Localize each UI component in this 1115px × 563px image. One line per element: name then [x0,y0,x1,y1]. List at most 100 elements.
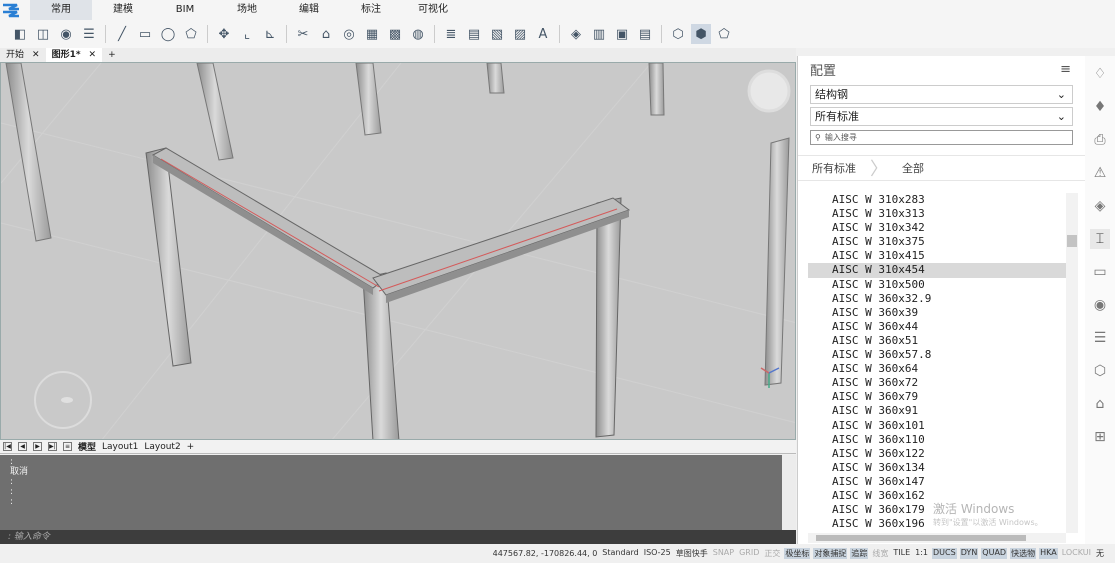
print-icon[interactable]: ⎙ [1090,130,1110,150]
grid-icon[interactable]: ▩ [385,24,405,44]
close-icon[interactable]: ✕ [89,48,97,62]
tab-model[interactable]: 模型 [78,440,96,453]
prev-layout-button[interactable]: ◀ [18,442,27,451]
corner-icon[interactable]: ⌞ [237,24,257,44]
list-item[interactable]: AISC W 310x454 [808,263,1066,278]
status-toggle[interactable]: 线宽 [871,548,889,559]
list-item[interactable]: AISC W 310x313 [808,207,1066,221]
ruler-icon[interactable]: ▭ [1090,262,1110,282]
status-toggle[interactable]: SNAP [712,548,735,559]
house-icon[interactable]: ⌂ [316,24,336,44]
list-item[interactable]: AISC W 360x32.9 [808,292,1066,306]
list-item[interactable]: AISC W 360x57.8 [808,348,1066,362]
scroll-thumb[interactable] [1067,235,1077,247]
category-select[interactable]: 结构钢 ⌄ [810,85,1073,104]
ribbon-tab[interactable]: 编辑 [278,0,340,20]
tab-layout2[interactable]: Layout2 [144,442,180,452]
ribbon-tab[interactable]: 常用 [30,0,92,20]
status-toggle[interactable]: 正交 [763,548,781,559]
layers-icon[interactable]: ☰ [79,24,99,44]
broadcast-icon[interactable]: ◉ [1090,295,1110,315]
command-scrollbar[interactable] [782,455,796,530]
command-input[interactable]: : 输入命令 [0,530,796,544]
list-item[interactable]: AISC W 360x91 [808,404,1066,418]
warning-icon[interactable]: ⚠ [1090,163,1110,183]
status-toggle[interactable]: HKA [1039,548,1058,559]
breadcrumb-all[interactable]: 全部 [888,160,938,176]
rectangle-icon[interactable]: ▭ [135,24,155,44]
last-layout-button[interactable]: ▶| [48,442,57,451]
ribbon-tab[interactable]: BIM [154,0,216,20]
3d-viewport[interactable] [0,62,796,440]
list-item[interactable]: AISC W 310x500 [808,278,1066,292]
list-item[interactable]: AISC W 360x72 [808,376,1066,390]
doc-tab[interactable]: 图形1* ✕ [45,48,103,62]
status-toggle[interactable]: LOCKUI [1061,548,1092,559]
view-cube-icon[interactable]: ⬡ [668,24,688,44]
first-layout-button[interactable]: |◀ [3,442,12,451]
ribbon-tab[interactable]: 建模 [92,0,154,20]
list-item[interactable]: AISC W 360x51 [808,334,1066,348]
add-tab-button[interactable]: + [102,48,122,62]
breadcrumb-standards[interactable]: 所有标准 [798,160,870,176]
box-icon[interactable]: ◧ [10,24,30,44]
list-item[interactable]: AISC W 310x342 [808,221,1066,235]
status-toggle[interactable]: 追踪 [850,548,869,559]
match-icon[interactable]: ◈ [566,24,586,44]
list-item[interactable]: AISC W 360x79 [808,390,1066,404]
standard-select[interactable]: 所有标准 ⌄ [810,107,1073,126]
sphere-icon[interactable]: ◉ [56,24,76,44]
status-toggle[interactable]: QUAD [981,548,1008,559]
scroll-thumb[interactable] [816,535,1026,541]
status-toggle[interactable]: Standard [601,548,639,559]
ribbon-tab[interactable]: 场地 [216,0,278,20]
list-vertical-scrollbar[interactable] [1066,193,1078,533]
status-toggle[interactable]: TILE [892,548,911,559]
list-item[interactable]: AISC W 310x283 [808,193,1066,207]
text-icon[interactable]: A [533,24,553,44]
list-item[interactable]: AISC W 360x147 [808,475,1066,489]
cube-icon[interactable]: ⬡ [1090,361,1110,381]
list-item[interactable]: AISC W 360x39 [808,306,1066,320]
cut-icon[interactable]: ✂ [293,24,313,44]
list-item[interactable]: AISC W 360x64 [808,362,1066,376]
properties-icon[interactable]: ▤ [464,24,484,44]
next-layout-button[interactable]: ▶ [33,442,42,451]
list-item[interactable]: AISC W 360x110 [808,433,1066,447]
sheet-icon[interactable]: ▣ [612,24,632,44]
view-iso-icon[interactable]: ⬢ [691,24,711,44]
view-top-icon[interactable]: ⬠ [714,24,734,44]
status-toggle[interactable]: 快选物 [1010,548,1037,559]
search-input[interactable]: ⚲ 输入搜寻 [810,130,1073,145]
list-icon[interactable]: ≣ [441,24,461,44]
status-toggle[interactable]: 1:1 [914,548,929,559]
list-item[interactable]: AISC W 360x101 [808,419,1066,433]
line-icon[interactable]: ╱ [112,24,132,44]
menu-icon[interactable]: ≡ [1060,62,1071,77]
polygon-icon[interactable]: ⬠ [181,24,201,44]
sliders-icon[interactable]: ☰ [1090,328,1110,348]
ribbon-tab[interactable]: 标注 [340,0,402,20]
target-icon[interactable]: ◎ [339,24,359,44]
status-toggle[interactable]: 极坐标 [784,548,811,559]
app-logo-icon[interactable] [0,0,22,20]
status-toggle[interactable]: 无 [1095,548,1105,559]
status-toggle[interactable]: DUCS [932,548,957,559]
status-toggle[interactable]: ISO-25 [643,548,672,559]
move-icon[interactable]: ✥ [214,24,234,44]
ibeam-icon[interactable]: ⌶ [1090,229,1110,249]
notebook-icon[interactable]: ▤ [635,24,655,44]
block-icon[interactable]: ▧ [487,24,507,44]
doc-tab[interactable]: 开始 ✕ [0,48,46,62]
status-toggle[interactable]: GRID [738,548,760,559]
circle-icon[interactable]: ◯ [158,24,178,44]
list-horizontal-scrollbar[interactable] [808,533,1066,543]
status-toggle[interactable]: 草图快手 [675,548,709,559]
status-toggle[interactable]: 对象捕捉 [813,548,848,559]
layout-list-icon[interactable]: ≡ [63,442,72,451]
list-item[interactable]: AISC W 360x134 [808,461,1066,475]
attribute-icon[interactable]: ▨ [510,24,530,44]
cylinder-icon[interactable]: ◫ [33,24,53,44]
layers-icon[interactable]: ◈ [1090,196,1110,216]
tab-layout1[interactable]: Layout1 [102,442,138,452]
